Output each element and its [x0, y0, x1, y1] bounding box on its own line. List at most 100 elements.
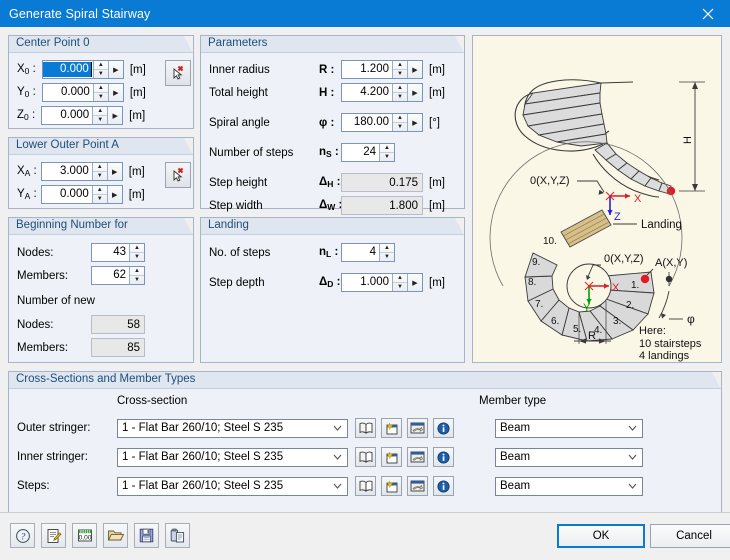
library-icon	[359, 480, 372, 492]
chevron-down-icon	[333, 425, 342, 431]
field-y0-input[interactable]: 0.000 ▲ ▼ ▶	[41, 83, 124, 102]
group-parameters-legend: Parameters	[201, 36, 464, 53]
param-number-of-steps-row: Number of steps nS : 24 ▲ ▼	[209, 143, 395, 162]
inner-stringer-library-button[interactable]	[355, 447, 376, 467]
param-spiral-angle-input[interactable]: 180.00 ▲ ▼ ▶	[341, 113, 423, 132]
field-y0-spinner[interactable]: ▲ ▼	[92, 84, 108, 101]
save-button[interactable]	[134, 523, 159, 548]
field-z0-input[interactable]: 0.000 ▲ ▼ ▶	[41, 106, 124, 125]
outer-stringer-cross-section-select[interactable]: 1 - Flat Bar 260/10; Steel S 235	[117, 418, 348, 438]
param-spiral-angle-spinner[interactable]: ▲ ▼	[392, 114, 407, 131]
point-a-marker-plan	[640, 274, 650, 284]
cross-section-row-outer-stringer: Outer stringer: 1 - Flat Bar 260/10; Ste…	[17, 418, 643, 438]
field-x0-more[interactable]: ▶	[107, 61, 123, 78]
inner-stringer-member-type-select[interactable]: Beam	[495, 447, 643, 467]
field-ya-input[interactable]: 0.000 ▲ ▼ ▶	[40, 185, 123, 204]
chevron-down-icon	[628, 425, 637, 431]
inner-stringer-cross-section-select[interactable]: 1 - Flat Bar 260/10; Steel S 235	[117, 447, 348, 467]
param-inner-radius-symbol: R :	[319, 63, 335, 76]
dim-height-label: H	[682, 136, 694, 144]
inner-stringer-import-section-button[interactable]	[407, 447, 428, 467]
inner-stringer-new-section-button[interactable]	[381, 447, 402, 467]
beginning-nodes-spinner[interactable]: ▲ ▼	[129, 244, 144, 261]
chevron-down-icon	[333, 454, 342, 460]
field-xa-spinner[interactable]: ▲ ▼	[91, 163, 107, 180]
beginning-nodes-input[interactable]: 43 ▲ ▼	[91, 243, 145, 262]
steps-member-type-select[interactable]: Beam	[495, 476, 643, 496]
beginning-members-spinner[interactable]: ▲ ▼	[129, 267, 144, 284]
field-ya-label: YA :	[17, 188, 37, 201]
landing-step-depth-unit: [m]	[429, 276, 445, 289]
step-number-5: 5.	[573, 324, 581, 335]
field-xa-more[interactable]: ▶	[106, 163, 122, 180]
field-x0-input[interactable]: 0.000 ▲ ▼ ▶	[41, 60, 124, 79]
axis-x-label-3d: X	[634, 193, 642, 205]
field-z0-more[interactable]: ▶	[107, 107, 123, 124]
param-step-height-label: Step height	[209, 176, 268, 189]
edit-button[interactable]	[41, 523, 66, 548]
field-ya-spinner[interactable]: ▲ ▼	[91, 186, 107, 203]
outer-stringer-info-button[interactable]	[433, 418, 454, 438]
field-x0-value: 0.000	[42, 62, 92, 77]
outer-stringer-member-type-select[interactable]: Beam	[495, 418, 643, 438]
landing-step-depth-input[interactable]: 1.000 ▲ ▼ ▶	[341, 273, 423, 292]
group-parameters: Parameters Inner radius R : 1.200 ▲ ▼ ▶ […	[200, 35, 465, 215]
param-spiral-angle-value: 180.00	[342, 114, 392, 131]
param-inner-radius-more[interactable]: ▶	[407, 61, 422, 78]
landing-step-depth-row: Step depth ΔD : 1.000 ▲ ▼ ▶ [m]	[209, 273, 445, 292]
group-cross-sections: Cross-Sections and Member Types Cross-se…	[8, 371, 722, 516]
clipboard-icon	[170, 528, 185, 543]
field-x0-row: X0 : 0.000 ▲ ▼ ▶ [m]	[17, 60, 146, 79]
pick-outer-point-button[interactable]	[165, 162, 191, 188]
help-button[interactable]: ?	[10, 523, 35, 548]
landing-no-of-steps-spinner[interactable]: ▲ ▼	[379, 244, 394, 261]
beginning-members-input[interactable]: 62 ▲ ▼	[91, 266, 145, 285]
landing-step-depth-spinner[interactable]: ▲ ▼	[392, 274, 407, 291]
outer-stringer-cross-section-value: 1 - Flat Bar 260/10; Steel S 235	[122, 422, 284, 434]
outer-stringer-new-section-button[interactable]	[381, 418, 402, 438]
param-number-of-steps-input[interactable]: 24 ▲ ▼	[341, 143, 395, 162]
steps-new-section-button[interactable]	[381, 476, 402, 496]
outer-stringer-import-section-button[interactable]	[407, 418, 428, 438]
field-z0-row: Z0 : 0.000 ▲ ▼ ▶ [m]	[17, 106, 145, 125]
field-xa-value: 3.000	[41, 163, 92, 180]
landing-no-of-steps-label: No. of steps	[209, 246, 271, 259]
steps-cross-section-select[interactable]: 1 - Flat Bar 260/10; Steel S 235	[117, 476, 348, 496]
field-z0-value: 0.000	[42, 107, 93, 124]
units-button[interactable]: 0,00	[72, 523, 97, 548]
steps-info-button[interactable]	[433, 476, 454, 496]
param-total-height-spinner[interactable]: ▲ ▼	[392, 84, 407, 101]
param-inner-radius-spinner[interactable]: ▲ ▼	[392, 61, 407, 78]
step-number-3: 3.	[613, 316, 621, 327]
ok-button[interactable]: OK	[557, 524, 645, 548]
field-xa-input[interactable]: 3.000 ▲ ▼ ▶	[40, 162, 123, 181]
field-y0-more[interactable]: ▶	[107, 84, 123, 101]
field-y0-unit: [m]	[129, 86, 146, 99]
open-button[interactable]	[103, 523, 128, 548]
step-number-2: 2.	[626, 300, 634, 311]
param-total-height-input[interactable]: 4.200 ▲ ▼ ▶	[341, 83, 423, 102]
field-ya-more[interactable]: ▶	[106, 186, 122, 203]
landing-no-of-steps-input[interactable]: 4 ▲ ▼	[341, 243, 395, 262]
param-number-of-steps-spinner[interactable]: ▲ ▼	[379, 144, 394, 161]
outer-stringer-library-button[interactable]	[355, 418, 376, 438]
steps-library-button[interactable]	[355, 476, 376, 496]
field-x0-spinner[interactable]: ▲ ▼	[92, 61, 108, 78]
close-button[interactable]	[686, 0, 730, 27]
beginning-members-value: 62	[92, 267, 129, 284]
inner-stringer-info-button[interactable]	[433, 447, 454, 467]
group-landing-legend: Landing	[201, 218, 464, 235]
steps-member-type-value: Beam	[500, 480, 531, 492]
field-z0-spinner[interactable]: ▲ ▼	[92, 107, 108, 124]
cancel-button[interactable]: Cancel	[650, 524, 730, 548]
new-section-icon	[385, 480, 397, 492]
steps-import-section-button[interactable]	[407, 476, 428, 496]
angle-phi-label: φ	[687, 312, 695, 326]
field-ya-unit: [m]	[128, 188, 145, 201]
param-total-height-more[interactable]: ▶	[407, 84, 422, 101]
param-spiral-angle-more[interactable]: ▶	[407, 114, 422, 131]
clipboard-button[interactable]	[165, 523, 190, 548]
pick-center-point-button[interactable]	[165, 60, 191, 86]
landing-step-depth-more[interactable]: ▶	[407, 274, 422, 291]
param-inner-radius-input[interactable]: 1.200 ▲ ▼ ▶	[341, 60, 423, 79]
